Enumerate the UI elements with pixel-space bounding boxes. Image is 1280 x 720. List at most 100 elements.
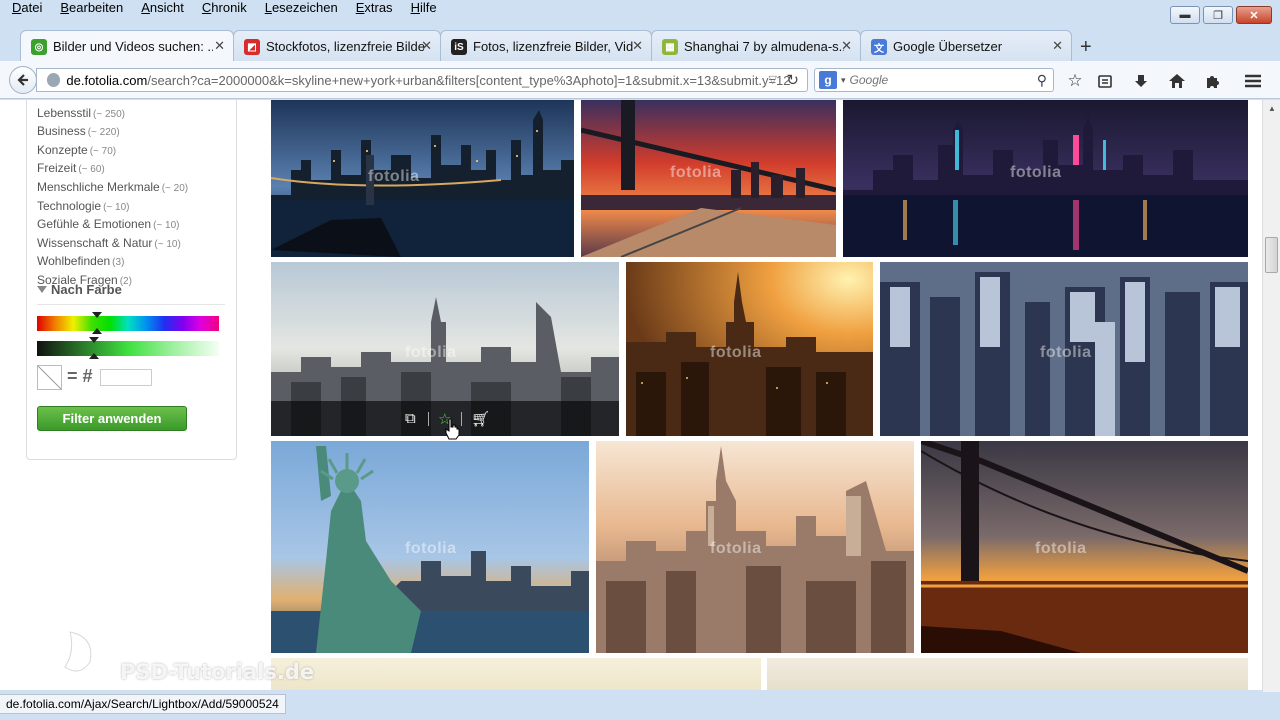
- downloads-icon[interactable]: [1130, 70, 1152, 92]
- saturation-slider[interactable]: [37, 341, 219, 356]
- status-bar-url: de.fotolia.com/Ajax/Search/Lightbox/Add/…: [0, 694, 286, 714]
- saturation-slider-handle-top[interactable]: [89, 337, 99, 343]
- hue-slider[interactable]: [37, 316, 219, 331]
- vertical-scrollbar[interactable]: ▲: [1262, 100, 1280, 692]
- page-content: Reisen(~ 3.500)Lebensstil(~ 250)Business…: [0, 100, 1262, 690]
- similar-images-icon[interactable]: ⧉: [405, 410, 416, 427]
- close-tab-icon[interactable]: ✕: [841, 38, 852, 54]
- bookmarks-list-icon[interactable]: [1094, 70, 1116, 92]
- divider: [37, 304, 225, 305]
- photo-watermark: fotolia: [405, 344, 457, 361]
- close-tab-icon[interactable]: ✕: [421, 38, 432, 54]
- menu-accelerator: H: [410, 0, 420, 15]
- category-item[interactable]: Technologie (~ 10): [37, 198, 188, 217]
- menu-label-rest: xtras: [364, 0, 393, 15]
- add-to-cart-icon[interactable]: 🛒︎: [471, 410, 490, 428]
- tab-fotolia[interactable]: ◎ Bilder und Videos suchen: ... ✕: [20, 30, 234, 61]
- category-label: Konzepte: [37, 142, 88, 157]
- minimize-button[interactable]: ▬: [1170, 6, 1200, 24]
- hex-color-input[interactable]: [100, 369, 152, 386]
- menu-datei[interactable]: Datei: [0, 0, 48, 18]
- no-color-swatch[interactable]: [37, 365, 62, 390]
- bookmark-star-icon[interactable]: ☆: [1064, 70, 1086, 92]
- photo-watermark: fotolia: [368, 168, 420, 185]
- photo-partial-bottom-right[interactable]: [767, 658, 1248, 690]
- url-dropdown-icon[interactable]: ▽: [769, 73, 777, 86]
- menu-bearbeiten[interactable]: Bearbeiten: [48, 0, 129, 18]
- home-icon[interactable]: [1166, 70, 1188, 92]
- category-item[interactable]: Business (~ 220): [37, 123, 188, 142]
- tab-istock[interactable]: iS Fotos, lizenzfreie Bilder, Vid... ✕: [440, 30, 652, 61]
- close-tab-icon[interactable]: ✕: [1052, 38, 1063, 54]
- hue-slider-handle-bottom[interactable]: [92, 328, 102, 334]
- search-icon[interactable]: ⚲: [1037, 72, 1047, 89]
- category-count: (~ 60): [78, 164, 105, 176]
- divider: [461, 412, 462, 426]
- deviantart-icon: ▦: [662, 39, 678, 55]
- search-input[interactable]: [849, 73, 1030, 87]
- menu-hilfe[interactable]: Hilfe: [399, 0, 443, 18]
- collapse-triangle-icon: [37, 286, 47, 293]
- category-count: (~ 10): [154, 238, 181, 250]
- color-filter-heading[interactable]: Nach Farbe: [37, 282, 122, 297]
- back-button[interactable]: [9, 66, 37, 94]
- category-item[interactable]: Wissenschaft & Natur (~ 10): [37, 235, 188, 254]
- category-count: (~ 20): [161, 182, 189, 194]
- category-label: Menschliche Merkmale: [37, 179, 160, 194]
- color-heading-label: Nach Farbe: [51, 282, 122, 297]
- menu-ansicht[interactable]: Ansicht: [129, 0, 190, 18]
- tab-title: Google Übersetzer: [893, 38, 1003, 54]
- category-item[interactable]: Konzepte (~ 70): [37, 142, 188, 161]
- reload-icon[interactable]: ↻: [786, 71, 799, 89]
- window-bottom-border: [0, 714, 1280, 720]
- menu-chronik[interactable]: Chronik: [190, 0, 253, 18]
- site-identity-icon[interactable]: [47, 73, 61, 87]
- url-bar[interactable]: de.fotolia.com/search?ca=2000000&k=skyli…: [36, 68, 808, 92]
- category-label: Freizeit: [37, 161, 77, 176]
- new-tab-button[interactable]: +: [1080, 36, 1092, 59]
- scroll-up-arrow-icon[interactable]: ▲: [1268, 104, 1276, 113]
- google-search-engine-icon[interactable]: g: [819, 71, 837, 89]
- hash-sign: #: [82, 366, 93, 386]
- category-count: (~ 70): [89, 145, 117, 157]
- tab-title: Shanghai 7 by almudena-s...: [684, 38, 844, 54]
- category-list: Reisen(~ 3.500)Lebensstil(~ 250)Business…: [37, 100, 188, 291]
- scrollbar-thumb[interactable]: [1265, 237, 1278, 273]
- category-count: (~ 220): [87, 127, 120, 139]
- google-translate-icon: 文: [871, 39, 887, 55]
- photo-partial-bottom-left[interactable]: [271, 658, 761, 690]
- menu-extras[interactable]: Extras: [344, 0, 399, 18]
- fotolia-icon: ◎: [31, 39, 47, 55]
- psd-tutorials-logo: [62, 628, 114, 673]
- category-count: (3): [112, 257, 125, 269]
- hue-slider-handle-top[interactable]: [92, 312, 102, 318]
- menu-accelerator: C: [201, 0, 212, 15]
- menu-lesezeichen[interactable]: Lesezeichen: [253, 0, 344, 18]
- tab-google-translate[interactable]: 文 Google Übersetzer ✕: [860, 30, 1072, 61]
- category-item[interactable]: Freizeit (~ 60): [37, 160, 188, 179]
- photo-brooklyn-bridge-night[interactable]: [271, 100, 574, 257]
- category-item[interactable]: Wohlbefinden (3): [37, 253, 188, 272]
- close-tab-icon[interactable]: ✕: [632, 38, 643, 54]
- tab-shutterstock[interactable]: ◩ Stockfotos, lizenzfreie Bilde... ✕: [233, 30, 441, 61]
- menu-label-rest: atei: [21, 0, 43, 15]
- tab-deviantart[interactable]: ▦ Shanghai 7 by almudena-s... ✕: [651, 30, 861, 61]
- saturation-slider-handle-bottom[interactable]: [89, 353, 99, 359]
- category-item[interactable]: Gefühle & Emotionen (~ 10): [37, 216, 188, 235]
- close-window-button[interactable]: ✕: [1236, 6, 1272, 24]
- psd-tutorials-branding: PSD-Tutorials.de: [120, 660, 315, 684]
- maximize-button[interactable]: ❐: [1203, 6, 1233, 24]
- close-tab-icon[interactable]: ✕: [214, 38, 225, 54]
- apply-filter-button[interactable]: Filter anwenden: [37, 406, 187, 431]
- equals-sign: =: [67, 366, 78, 386]
- menu-hamburger-icon[interactable]: [1242, 70, 1264, 92]
- menu-label-rest: ilfe: [419, 0, 437, 15]
- photo-watermark: fotolia: [1040, 344, 1092, 361]
- photo-image: [271, 100, 574, 257]
- addons-puzzle-icon[interactable]: [1202, 70, 1224, 92]
- engine-dropdown-icon[interactable]: ▾: [841, 75, 846, 86]
- category-item[interactable]: Lebensstil (~ 250): [37, 105, 188, 124]
- category-item[interactable]: Menschliche Merkmale (~ 20): [37, 179, 188, 198]
- category-label: Wohlbefinden: [37, 254, 111, 269]
- search-bar[interactable]: g ▾ ⚲: [814, 68, 1054, 92]
